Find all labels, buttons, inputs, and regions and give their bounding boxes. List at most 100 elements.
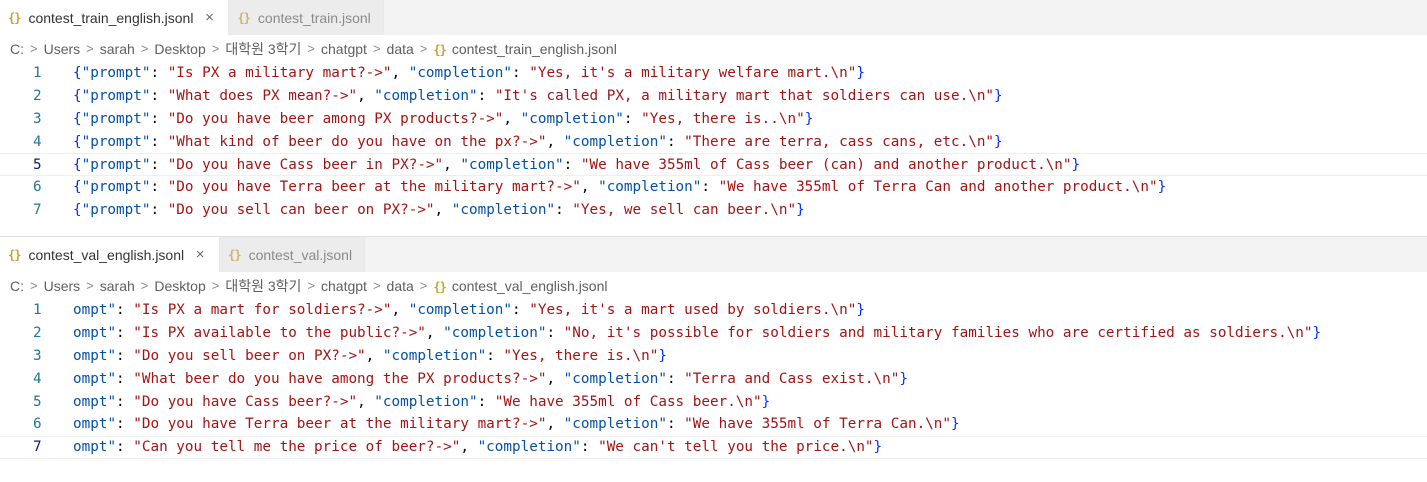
json-comma: , [357,393,375,410]
json-value-prompt: "Is PX available to the public?->" [133,325,426,342]
breadcrumb-segment[interactable]: 대학원 3학기 [225,276,301,296]
json-colon: : [150,156,168,173]
json-colon: : [666,416,685,433]
line-number: 6 [33,179,42,196]
json-colon: : [512,302,530,319]
code-line[interactable]: 3 {"prompt": "Do you have beer among PX p… [0,108,1427,131]
json-key-completion: "completion" [443,325,547,342]
tab-contest-val-english-jsonl[interactable]: {} contest_val_english.jsonl × [0,237,221,272]
code-line[interactable]: 6 ompt": "Do you have Terra beer at the m… [0,413,1427,436]
tab-contest-val-jsonl[interactable]: {} contest_val.jsonl [220,237,366,272]
breadcrumb-segment[interactable]: C: [10,278,24,294]
json-value-completion: "Yes, we sell can beer.\n" [572,202,797,219]
line-content: {"prompt": "Do you sell can beer on PX?-… [73,202,805,218]
breadcrumb-segment[interactable]: sarah [100,278,135,294]
code-line[interactable]: 6 {"prompt": "Do you have Terra beer at t… [0,176,1427,199]
breadcrumb-segment[interactable]: data [387,278,414,294]
code-line[interactable]: 7 ompt": "Can you tell me the price of be… [0,435,1427,459]
json-colon: : [546,325,564,342]
json-key-prompt-partial: ompt [73,325,108,342]
chevron-right-icon: > [86,278,94,293]
line-content: ompt": "Do you have Terra beer at the mi… [73,416,960,432]
code-line[interactable]: 5 {"prompt": "Do you have Cass beer in PX… [0,153,1427,176]
json-comma: , [546,370,564,387]
breadcrumb-segment[interactable]: 대학원 3학기 [225,39,301,59]
code-line[interactable]: 1 ompt": "Is PX a mart for soldiers?->", … [0,299,1427,322]
tab-contest-train-jsonl[interactable]: {} contest_train.jsonl [229,0,384,35]
json-key-completion: "completion" [374,393,478,410]
json-key-quote: " [107,439,117,456]
json-value-prompt: "Do you have Terra beer at the military … [167,179,581,196]
json-colon: : [116,347,134,364]
json-colon: : [150,133,168,150]
json-value-prompt: "Can you tell me the price of beer?->" [133,439,461,456]
breadcrumb-segment[interactable]: Users [44,278,81,294]
code-line[interactable]: 1 {"prompt": "Is PX a military mart?->", … [0,62,1427,85]
line-content: {"prompt": "What kind of beer do you hav… [73,134,1003,150]
breadcrumb: C: > Users > sarah > Desktop > 대학원 3학기 > chatgpt > d… [0,272,1427,299]
chevron-right-icon: > [140,278,149,293]
json-key-prompt: "prompt" [81,110,151,127]
breadcrumb-file[interactable]: {} contest_train_english.jsonl [433,41,616,57]
code-editor[interactable]: 1 ompt": "Is PX a mart for soldiers?->", … [0,299,1427,459]
breadcrumb-segment[interactable]: Desktop [154,41,205,57]
breadcrumb-segment[interactable]: Users [44,41,81,57]
breadcrumb-segment[interactable]: chatgpt [321,278,367,294]
code-line[interactable]: 2 ompt": "Is PX available to the public?-… [0,322,1427,345]
code-line[interactable]: 4 ompt": "What beer do you have among the… [0,367,1427,390]
line-content: {"prompt": "What does PX mean?->", "comp… [73,88,1003,104]
json-value-completion: "We have 355ml of Cass beer (can) and an… [580,156,1072,173]
json-key-prompt-partial: ompt [73,302,108,319]
line-number: 3 [33,347,42,364]
json-value-prompt: "Do you have Cass beer?->" [133,393,358,410]
line-content: {"prompt": "Is PX a military mart?->", "… [73,65,865,81]
code-line[interactable]: 5 ompt": "Do you have Cass beer?->", "com… [0,390,1427,413]
json-value-completion: "Yes, there is..\n" [641,110,805,127]
json-file-icon: {} [433,42,446,57]
chevron-right-icon: > [372,278,381,293]
json-file-icon: {} [8,247,21,262]
breadcrumb-segment[interactable]: C: [10,41,24,57]
tab-label: contest_val.jsonl [248,246,353,263]
json-key-prompt: "prompt" [81,202,151,219]
json-key-quote: " [107,416,117,433]
json-colon: : [116,370,134,387]
json-key-prompt: "prompt" [81,179,151,196]
breadcrumb-segment[interactable]: sarah [100,41,135,57]
line-number: 2 [33,325,42,342]
json-colon: : [563,156,581,173]
code-line[interactable]: 3 ompt": "Do you sell beer on PX?->", "co… [0,345,1427,368]
json-key-completion: "completion" [520,110,624,127]
json-colon: : [150,202,168,219]
json-key-quote: " [107,347,117,364]
json-colon: : [623,110,642,127]
json-key-quote: " [107,302,117,319]
code-line[interactable]: 7 {"prompt": "Do you sell can beer on PX?… [0,199,1427,222]
json-value-prompt: "Do you sell can beer on PX?->" [167,202,435,219]
json-brace: } [804,110,814,127]
json-value-completion: "There are terra, cass cans, etc.\n" [684,133,995,150]
breadcrumb: C: > Users > sarah > Desktop > 대학원 3학기 > chatgpt > d… [0,35,1427,62]
json-colon: : [580,439,599,456]
json-colon: : [512,65,530,82]
close-icon[interactable]: × [202,9,216,26]
code-line[interactable]: 2 {"prompt": "What does PX mean?->", "com… [0,85,1427,108]
breadcrumb-segment[interactable]: data [387,41,414,57]
code-editor[interactable]: 1 {"prompt": "Is PX a military mart?->", … [0,62,1427,222]
json-value-prompt: "What kind of beer do you have on the px… [167,133,547,150]
json-key-quote: " [107,370,117,387]
close-icon[interactable]: × [193,246,207,263]
json-colon: : [116,302,134,319]
line-number: 4 [33,370,42,387]
breadcrumb-segment[interactable]: Desktop [154,278,205,294]
json-colon: : [116,439,134,456]
tab-contest-train-english-jsonl[interactable]: {} contest_train_english.jsonl × [0,0,230,35]
chevron-right-icon: > [419,41,428,56]
json-value-completion: "Yes, there is.\n" [503,347,659,364]
breadcrumb-segment[interactable]: chatgpt [321,41,367,57]
chevron-right-icon: > [307,278,315,293]
json-brace: } [994,133,1003,150]
json-colon: : [477,393,495,410]
code-line[interactable]: 4 {"prompt": "What kind of beer do you ha… [0,130,1427,153]
breadcrumb-file[interactable]: {} contest_val_english.jsonl [433,278,607,294]
